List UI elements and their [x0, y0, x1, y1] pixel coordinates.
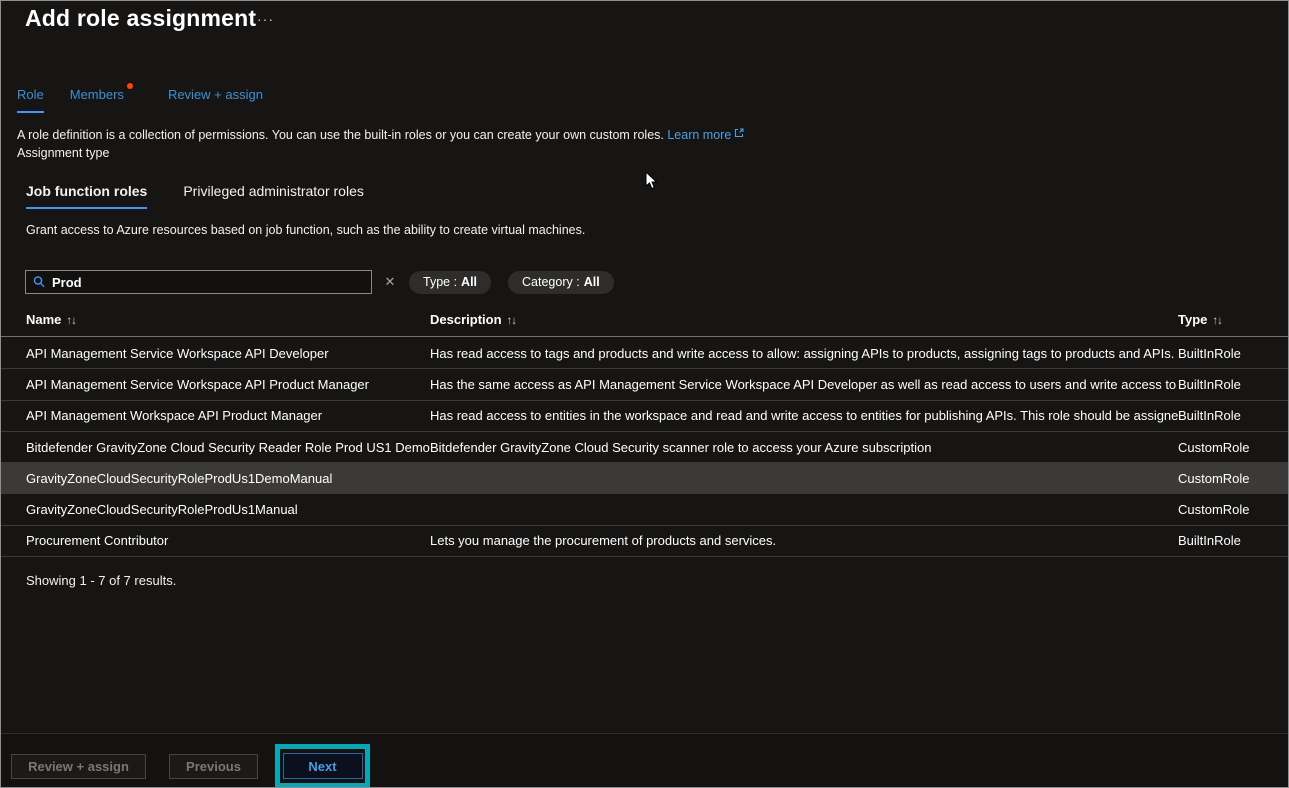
- table-row[interactable]: Bitdefender GravityZone Cloud Security R…: [1, 432, 1288, 463]
- members-unsaved-dot-icon: [127, 83, 133, 89]
- role-type: BuiltInRole: [1178, 408, 1288, 423]
- job-function-description: Grant access to Azure resources based on…: [26, 223, 585, 237]
- tab-job-function-roles[interactable]: Job function roles: [26, 183, 147, 209]
- sort-arrows-icon: ↑↓: [66, 315, 76, 327]
- filter-category-value: All: [584, 275, 600, 289]
- tab-review-assign[interactable]: Review + assign: [168, 87, 263, 111]
- roles-table-body: API Management Service Workspace API Dev…: [1, 338, 1288, 557]
- filter-type-name: Type :: [423, 275, 457, 289]
- filter-type-value: All: [461, 275, 477, 289]
- role-description: Has the same access as API Management Se…: [430, 377, 1178, 392]
- tab-members-label: Members: [70, 87, 124, 102]
- sort-arrows-icon: ↑↓: [1212, 315, 1222, 327]
- role-name: Procurement Contributor: [26, 533, 430, 548]
- table-row[interactable]: API Management Service Workspace API Dev…: [1, 338, 1288, 369]
- role-type: CustomRole: [1178, 440, 1288, 455]
- next-button[interactable]: Next: [283, 753, 363, 779]
- role-name: API Management Service Workspace API Dev…: [26, 346, 430, 361]
- search-input[interactable]: [52, 275, 365, 290]
- table-row[interactable]: API Management Workspace API Product Man…: [1, 401, 1288, 432]
- tab-privileged-administrator-roles[interactable]: Privileged administrator roles: [183, 183, 364, 209]
- role-description: Bitdefender GravityZone Cloud Security s…: [430, 440, 1178, 455]
- more-menu-button[interactable]: ···: [257, 11, 274, 27]
- roles-table-header: Name↑↓ Description↑↓ Type↑↓: [1, 303, 1288, 337]
- table-row[interactable]: API Management Service Workspace API Pro…: [1, 369, 1288, 400]
- next-button-highlight-annotation: Next: [275, 744, 370, 788]
- column-header-description[interactable]: Description↑↓: [430, 312, 1178, 327]
- role-type: CustomRole: [1178, 471, 1288, 486]
- add-role-assignment-blade: Add role assignment ··· Role Members Rev…: [0, 0, 1289, 788]
- role-definition-description: A role definition is a collection of per…: [17, 128, 744, 142]
- search-icon: [32, 275, 46, 289]
- external-link-icon: [734, 128, 744, 138]
- intro-text: A role definition is a collection of per…: [17, 128, 664, 142]
- filter-category-name: Category :: [522, 275, 580, 289]
- clear-search-button[interactable]: ✕: [381, 274, 399, 290]
- column-header-name[interactable]: Name↑↓: [26, 312, 430, 327]
- page-title: Add role assignment: [25, 5, 256, 32]
- role-type: CustomRole: [1178, 502, 1288, 517]
- column-header-type[interactable]: Type↑↓: [1178, 312, 1288, 327]
- table-row-selected[interactable]: GravityZoneCloudSecurityRoleProdUs1DemoM…: [1, 463, 1288, 494]
- assignment-type-pivot: Job function roles Privileged administra…: [26, 183, 364, 209]
- tab-role[interactable]: Role: [17, 87, 44, 113]
- role-description: Has read access to entities in the works…: [430, 408, 1178, 423]
- table-row[interactable]: Procurement Contributor Lets you manage …: [1, 526, 1288, 557]
- learn-more-link[interactable]: Learn more: [667, 128, 744, 142]
- role-search-box[interactable]: [25, 270, 372, 294]
- previous-button[interactable]: Previous: [169, 754, 258, 779]
- assignment-type-label: Assignment type: [17, 146, 109, 160]
- role-type: BuiltInRole: [1178, 533, 1288, 548]
- search-filter-row: ✕ Type : All Category : All: [25, 270, 614, 294]
- role-name: Bitdefender GravityZone Cloud Security R…: [26, 440, 430, 455]
- review-assign-button[interactable]: Review + assign: [11, 754, 146, 779]
- role-name: API Management Workspace API Product Man…: [26, 408, 430, 423]
- table-row[interactable]: GravityZoneCloudSecurityRoleProdUs1Manua…: [1, 494, 1288, 525]
- filter-category-pill[interactable]: Category : All: [508, 271, 614, 294]
- role-name: GravityZoneCloudSecurityRoleProdUs1Manua…: [26, 502, 430, 517]
- role-description: Lets you manage the procurement of produ…: [430, 533, 1178, 548]
- role-type: BuiltInRole: [1178, 377, 1288, 392]
- results-summary: Showing 1 - 7 of 7 results.: [26, 573, 176, 588]
- wizard-tab-bar: Role Members Review + assign: [17, 87, 263, 113]
- role-name: GravityZoneCloudSecurityRoleProdUs1DemoM…: [26, 471, 430, 486]
- sort-arrows-icon: ↑↓: [507, 315, 517, 327]
- tab-members[interactable]: Members: [70, 87, 124, 111]
- wizard-footer: Review + assign Previous Next: [1, 733, 1288, 787]
- filter-type-pill[interactable]: Type : All: [409, 271, 491, 294]
- role-type: BuiltInRole: [1178, 346, 1288, 361]
- role-description: Has read access to tags and products and…: [430, 346, 1178, 361]
- role-name: API Management Service Workspace API Pro…: [26, 377, 430, 392]
- mouse-cursor: [645, 171, 659, 191]
